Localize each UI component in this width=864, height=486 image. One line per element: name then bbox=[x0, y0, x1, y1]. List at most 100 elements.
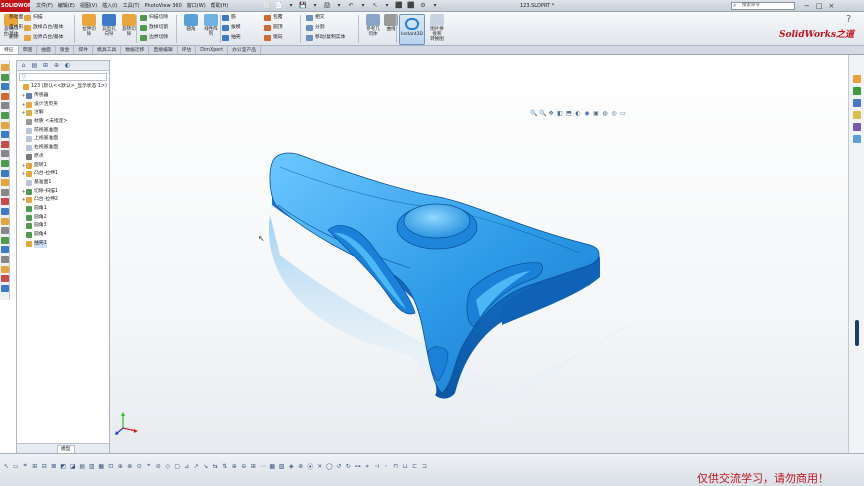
quick-access-icon-7[interactable]: ↶ bbox=[346, 1, 356, 10]
quick-access-icon-1[interactable]: 📄 bbox=[274, 1, 284, 10]
ribbon-tool-0[interactable]: 扫描 bbox=[24, 14, 43, 22]
bottom-tool-icon-35[interactable]: ↺ bbox=[335, 462, 344, 470]
tree-filter-input[interactable]: ▽ bbox=[19, 73, 107, 81]
bottom-tool-icon-17[interactable]: ◇ bbox=[164, 462, 173, 470]
left-strip-icon-18[interactable] bbox=[1, 236, 9, 244]
menu-item-7[interactable]: 帮助(H) bbox=[211, 0, 229, 12]
menu-item-5[interactable]: PhotoView 360 bbox=[145, 0, 182, 12]
left-strip-icon-8[interactable] bbox=[1, 140, 9, 148]
image-convert-button[interactable]: 图片拼 接和 转换图 bbox=[426, 14, 448, 44]
menu-item-3[interactable]: 插入(I) bbox=[102, 0, 117, 12]
left-strip-icon-15[interactable] bbox=[1, 208, 9, 215]
left-strip-icon-17[interactable] bbox=[1, 227, 9, 235]
quick-access-icon-8[interactable]: ▾ bbox=[358, 1, 368, 10]
bottom-tool-icon-19[interactable]: ⊿ bbox=[183, 462, 192, 470]
close-button[interactable]: × bbox=[829, 0, 835, 12]
view-palette-icon[interactable] bbox=[853, 111, 861, 119]
quick-access-icon-4[interactable]: ▾ bbox=[310, 1, 320, 10]
quick-access-icon-10[interactable]: ▾ bbox=[382, 1, 392, 10]
tree-item[interactable]: 原点 bbox=[17, 153, 109, 162]
minimize-button[interactable]: − bbox=[804, 0, 810, 12]
property-manager-tab-icon[interactable]: ▤ bbox=[30, 62, 39, 70]
hud-view-icon-5[interactable]: ◐ bbox=[575, 111, 581, 117]
ribbon-tool-11[interactable]: 镜向 bbox=[264, 34, 283, 42]
bottom-tool-icon-14[interactable]: ⊙ bbox=[135, 462, 144, 470]
left-strip-icon-11[interactable] bbox=[1, 169, 9, 177]
bottom-tool-icon-4[interactable]: ⊟ bbox=[40, 462, 49, 470]
tree-item[interactable]: + 注解 bbox=[17, 109, 109, 118]
bottom-tool-icon-23[interactable]: ⇅ bbox=[221, 462, 230, 470]
ribbon-tool-6[interactable]: 筋 bbox=[222, 14, 236, 22]
left-strip-icon-12[interactable] bbox=[1, 179, 9, 187]
left-strip-icon-2[interactable] bbox=[1, 83, 9, 91]
bottom-tool-icon-11[interactable]: ⊡ bbox=[107, 462, 116, 470]
tree-item[interactable]: 右视基准面 bbox=[17, 144, 109, 153]
bottom-tool-icon-5[interactable]: ⊠ bbox=[50, 462, 59, 470]
hud-view-icon-6[interactable]: ◉ bbox=[584, 111, 590, 117]
solidworks-resources-icon[interactable] bbox=[853, 75, 861, 83]
ribbon-tool-1[interactable]: 放样凸台/基体 bbox=[24, 24, 63, 32]
quick-access-icon-13[interactable]: ⚙ bbox=[418, 1, 428, 10]
left-strip-icon-9[interactable] bbox=[1, 150, 9, 158]
bottom-tool-icon-25[interactable]: ⊖ bbox=[240, 462, 249, 470]
ribbon-tool-15[interactable]: 移动面 bbox=[0, 14, 23, 22]
search-commands-input[interactable]: ⌕ 搜索命令 bbox=[731, 2, 795, 10]
tree-item[interactable]: + 凸台-拉伸1 bbox=[17, 170, 109, 179]
tree-item[interactable]: 圆角3 bbox=[17, 222, 109, 231]
bottom-tool-icon-9[interactable]: ▥ bbox=[88, 462, 97, 470]
bottom-tool-icon-8[interactable]: ▤ bbox=[78, 462, 87, 470]
bottom-tool-icon-12[interactable]: ⊕ bbox=[116, 462, 125, 470]
quick-access-icon-3[interactable]: 💾 bbox=[298, 1, 308, 10]
tree-item[interactable]: + 设计活页夹 bbox=[17, 100, 109, 109]
menu-item-4[interactable]: 工具(T) bbox=[123, 0, 140, 12]
bottom-tool-icon-22[interactable]: ⇆ bbox=[211, 462, 220, 470]
ribbon-tool-10[interactable]: 圆顶 bbox=[264, 24, 283, 32]
tree-item[interactable]: + 传感器 bbox=[17, 92, 109, 101]
hud-view-icon-9[interactable]: ◎ bbox=[611, 111, 617, 117]
quick-access-icon-14[interactable]: ▾ bbox=[430, 1, 440, 10]
bottom-tool-icon-42[interactable]: ⊔ bbox=[401, 462, 410, 470]
left-strip-icon-19[interactable] bbox=[1, 246, 9, 254]
bottom-tool-icon-26[interactable]: ⊞ bbox=[249, 462, 258, 470]
left-strip-icon-0[interactable] bbox=[1, 64, 9, 71]
quick-access-icon-0[interactable]: ⬜ bbox=[262, 1, 272, 10]
command-tab-4[interactable]: 焊件 bbox=[74, 46, 94, 54]
bottom-tool-icon-20[interactable]: ↗ bbox=[192, 462, 201, 470]
tree-item[interactable]: 圆角2 bbox=[17, 213, 109, 222]
bottom-tool-icon-30[interactable]: ◈ bbox=[287, 462, 296, 470]
ribbon-tool-7[interactable]: 拔模 bbox=[222, 24, 241, 32]
tree-item[interactable]: 抽壳1 bbox=[17, 239, 109, 248]
tree-item[interactable]: 基准面1 bbox=[17, 179, 109, 188]
bottom-tool-icon-28[interactable]: ▦ bbox=[268, 462, 277, 470]
quick-access-icon-5[interactable]: 🖨 bbox=[322, 1, 332, 10]
bottom-tool-icon-44[interactable]: ⊐ bbox=[420, 462, 429, 470]
dimxpert-tab-icon[interactable]: ⊕ bbox=[52, 62, 61, 70]
bottom-tool-icon-2[interactable]: ⌗ bbox=[21, 462, 30, 470]
feature-tree-tab-icon[interactable]: ⌂ bbox=[19, 62, 28, 70]
menu-item-1[interactable]: 编辑(E) bbox=[58, 0, 75, 12]
bottom-tool-icon-43[interactable]: ⊏ bbox=[411, 462, 420, 470]
file-explorer-icon[interactable] bbox=[853, 99, 861, 107]
command-tab-7[interactable]: 直接编辑 bbox=[149, 46, 178, 54]
quick-access-icon-11[interactable]: ⬛ bbox=[394, 1, 404, 10]
quick-access-icon-12[interactable]: ⬛ bbox=[406, 1, 416, 10]
ribbon-tool-12[interactable]: 相交 bbox=[306, 14, 325, 22]
left-strip-icon-4[interactable] bbox=[1, 102, 9, 110]
ribbon-tool-4[interactable]: 放样切割 bbox=[140, 24, 168, 32]
ribbon-tool-14[interactable]: 移动/复制实体 bbox=[306, 34, 345, 42]
left-strip-icon-13[interactable] bbox=[1, 188, 9, 196]
command-tab-9[interactable]: DimXpert bbox=[196, 46, 229, 54]
left-strip-icon-6[interactable] bbox=[1, 121, 9, 129]
display-manager-tab-icon[interactable]: ◐ bbox=[63, 62, 72, 70]
left-strip-icon-10[interactable] bbox=[1, 160, 9, 167]
tree-item[interactable]: 前视基准面 bbox=[17, 126, 109, 135]
tree-item[interactable]: + 凸台-拉伸2 bbox=[17, 196, 109, 205]
ribbon-tool-16[interactable]: 自由形 bbox=[0, 24, 23, 32]
command-tab-1[interactable]: 草图 bbox=[19, 46, 38, 54]
task-pane-scroll-handle[interactable] bbox=[855, 320, 859, 346]
bottom-tool-icon-32[interactable]: ⦿ bbox=[306, 462, 315, 471]
ribbon-button-5[interactable]: 线性阵 列 bbox=[200, 14, 222, 44]
tree-item[interactable]: 圆角1 bbox=[17, 205, 109, 214]
ribbon-button-4[interactable]: 圆角 bbox=[180, 14, 202, 44]
ribbon-button-2[interactable]: 异型孔 向导 bbox=[98, 14, 120, 44]
